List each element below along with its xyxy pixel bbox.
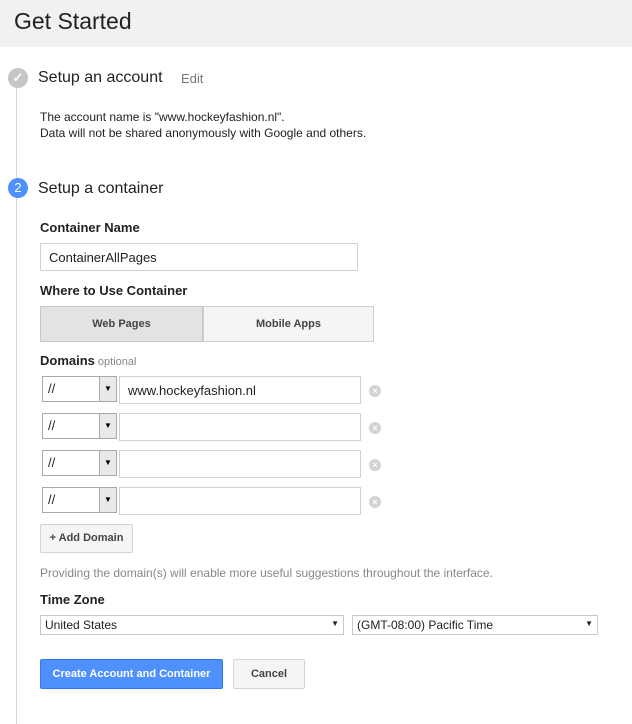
- domain-input[interactable]: [119, 450, 361, 478]
- country-select[interactable]: United States ▼: [40, 615, 344, 635]
- domain-hint-text: Providing the domain(s) will enable more…: [40, 566, 493, 580]
- domain-input[interactable]: [119, 487, 361, 515]
- domain-input[interactable]: [119, 413, 361, 441]
- cancel-button[interactable]: Cancel: [233, 659, 305, 689]
- container-name-label: Container Name: [40, 220, 140, 235]
- protocol-select[interactable]: // ▼: [42, 413, 117, 439]
- web-pages-toggle[interactable]: Web Pages: [40, 306, 203, 342]
- country-value: United States: [45, 618, 118, 632]
- chevron-down-icon: ▼: [99, 414, 116, 438]
- protocol-select[interactable]: // ▼: [42, 487, 117, 513]
- timezone-value: (GMT-08:00) Pacific Time: [357, 618, 494, 632]
- container-name-input[interactable]: [40, 243, 358, 271]
- page-header: Get Started: [0, 0, 632, 47]
- add-domain-button[interactable]: + Add Domain: [40, 524, 133, 553]
- remove-domain-icon[interactable]: ×: [369, 422, 381, 434]
- protocol-value: //: [48, 455, 56, 470]
- protocol-value: //: [48, 381, 56, 396]
- domain-input[interactable]: [119, 376, 361, 404]
- edit-account-link[interactable]: Edit: [181, 71, 203, 86]
- step2-title: Setup a container: [38, 180, 164, 197]
- check-icon: ✓: [8, 68, 28, 88]
- chevron-down-icon: ▼: [331, 619, 339, 628]
- account-summary: The account name is "www.hockeyfashion.n…: [40, 109, 366, 141]
- remove-domain-icon[interactable]: ×: [369, 459, 381, 471]
- data-sharing-text: Data will not be shared anonymously with…: [40, 126, 367, 140]
- protocol-value: //: [48, 492, 56, 507]
- chevron-down-icon: ▼: [99, 451, 116, 475]
- chevron-down-icon: ▼: [99, 488, 116, 512]
- page-title: Get Started: [14, 8, 132, 34]
- remove-domain-icon[interactable]: ×: [369, 385, 381, 397]
- where-to-use-label: Where to Use Container: [40, 283, 188, 298]
- time-zone-label: Time Zone: [40, 592, 105, 607]
- account-name-text: The account name is "www.hockeyfashion.n…: [40, 110, 285, 124]
- create-account-button[interactable]: Create Account and Container: [40, 659, 223, 689]
- protocol-select[interactable]: // ▼: [42, 376, 117, 402]
- protocol-select[interactable]: // ▼: [42, 450, 117, 476]
- chevron-down-icon: ▼: [99, 377, 116, 401]
- timezone-select[interactable]: (GMT-08:00) Pacific Time ▼: [352, 615, 598, 635]
- domains-label: Domains optional: [40, 353, 136, 368]
- optional-tag: optional: [97, 356, 137, 368]
- chevron-down-icon: ▼: [585, 619, 593, 628]
- step2-number-badge: 2: [8, 178, 28, 198]
- protocol-value: //: [48, 418, 56, 433]
- step1-title: Setup an account: [38, 69, 163, 86]
- remove-domain-icon[interactable]: ×: [369, 496, 381, 508]
- domains-label-text: Domains: [40, 353, 95, 368]
- mobile-apps-toggle[interactable]: Mobile Apps: [203, 306, 374, 342]
